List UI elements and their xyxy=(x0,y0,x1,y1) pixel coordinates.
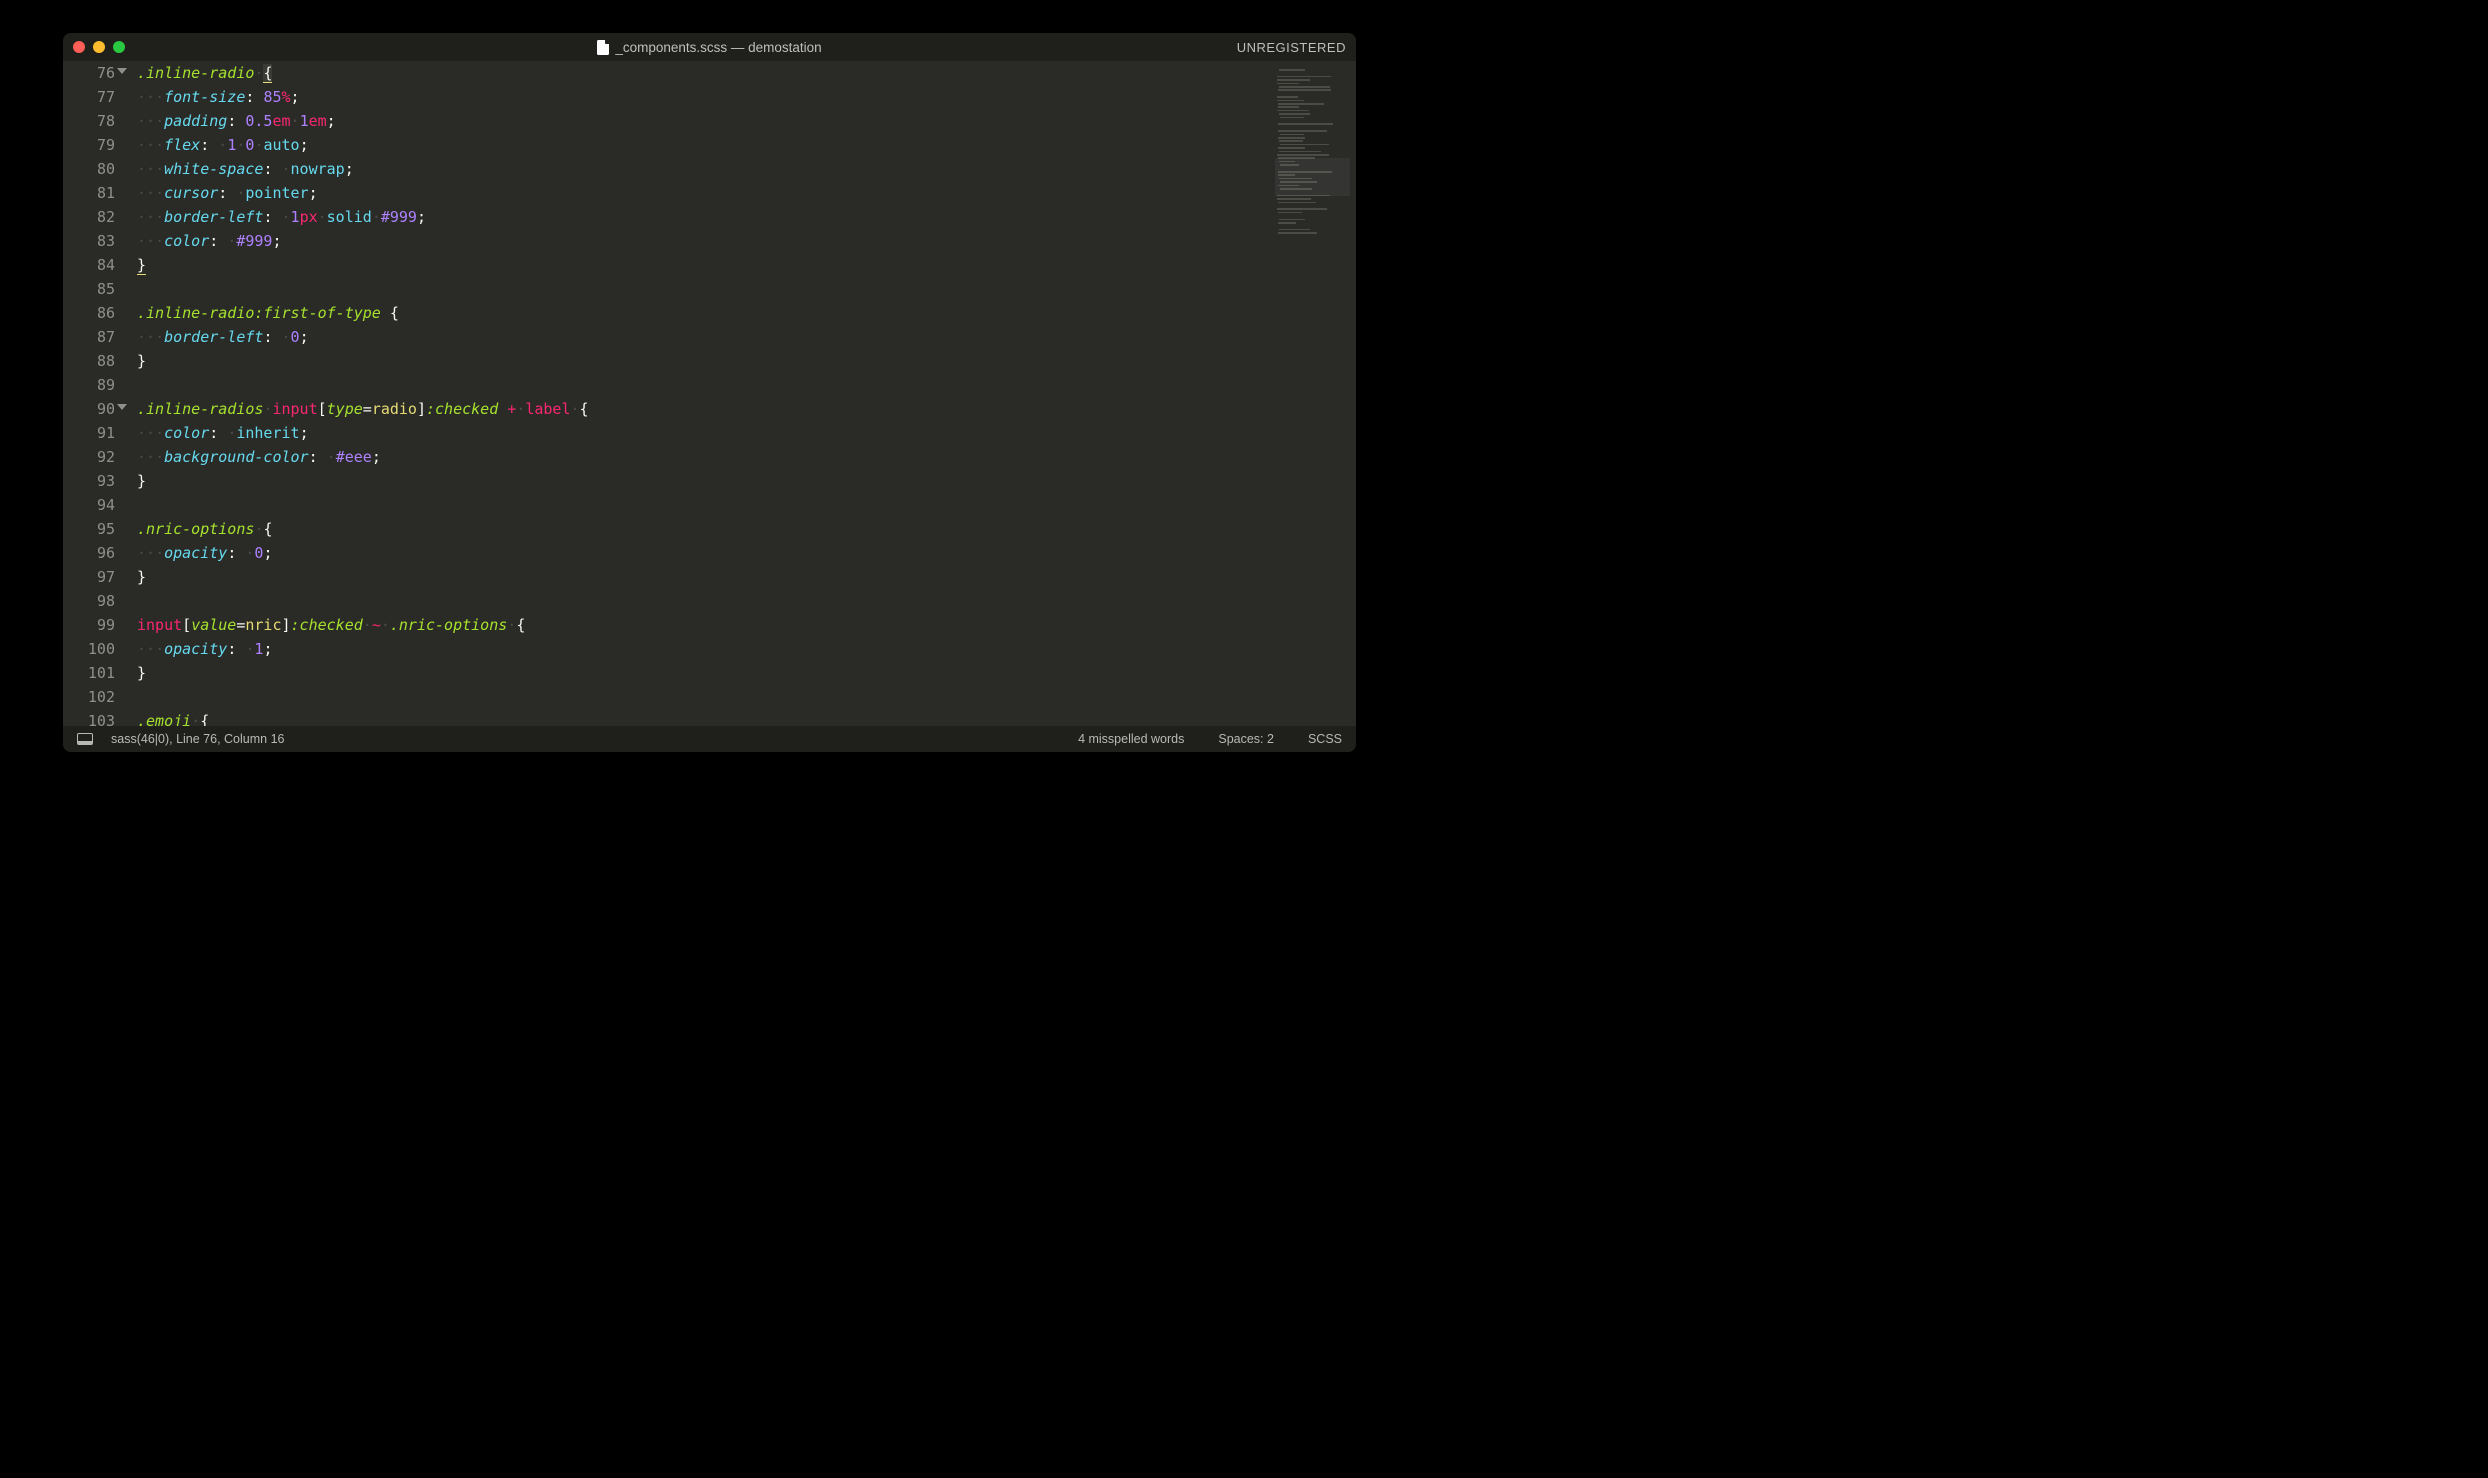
gutter[interactable]: 7677787980818283848586878889909192939495… xyxy=(63,61,123,726)
gutter-line[interactable]: 98 xyxy=(63,589,115,613)
panel-icon[interactable] xyxy=(77,733,93,745)
gutter-line[interactable]: 81 xyxy=(63,181,115,205)
code-line[interactable]: input[value=nric]:checked·~·.nric-option… xyxy=(137,613,1356,637)
editor-window: _components.scss — demostation UNREGISTE… xyxy=(63,33,1356,752)
code-line[interactable]: ···flex: ·1·0·auto; xyxy=(137,133,1356,157)
traffic-lights xyxy=(73,41,125,53)
code-line[interactable]: ···color: ·inherit; xyxy=(137,421,1356,445)
code-line[interactable] xyxy=(137,493,1356,517)
minimize-icon[interactable] xyxy=(93,41,105,53)
minimap[interactable] xyxy=(1275,66,1350,721)
gutter-line[interactable]: 103 xyxy=(63,709,115,726)
file-icon xyxy=(597,40,609,55)
gutter-line[interactable]: 83 xyxy=(63,229,115,253)
code-line[interactable]: .inline-radios·input[type=radio]:checked… xyxy=(137,397,1356,421)
statusbar[interactable]: sass(46|0), Line 76, Column 16 4 misspel… xyxy=(63,726,1356,752)
gutter-line[interactable]: 92 xyxy=(63,445,115,469)
gutter-line[interactable]: 86 xyxy=(63,301,115,325)
code-line[interactable]: } xyxy=(137,349,1356,373)
gutter-line[interactable]: 101 xyxy=(63,661,115,685)
status-position[interactable]: sass(46|0), Line 76, Column 16 xyxy=(111,732,284,746)
gutter-line[interactable]: 79 xyxy=(63,133,115,157)
code-line[interactable]: ···padding: 0.5em·1em; xyxy=(137,109,1356,133)
gutter-line[interactable]: 102 xyxy=(63,685,115,709)
gutter-line[interactable]: 94 xyxy=(63,493,115,517)
gutter-line[interactable]: 89 xyxy=(63,373,115,397)
gutter-line[interactable]: 90 xyxy=(63,397,115,421)
gutter-line[interactable]: 96 xyxy=(63,541,115,565)
gutter-line[interactable]: 87 xyxy=(63,325,115,349)
code-line[interactable]: ···white-space: ·nowrap; xyxy=(137,157,1356,181)
code-line[interactable]: ···border-left: ·1px·solid·#999; xyxy=(137,205,1356,229)
code-line[interactable] xyxy=(137,277,1356,301)
gutter-line[interactable]: 95 xyxy=(63,517,115,541)
gutter-line[interactable]: 93 xyxy=(63,469,115,493)
code-line[interactable]: ···color: ·#999; xyxy=(137,229,1356,253)
code-line[interactable]: .inline-radio:first-of-type { xyxy=(137,301,1356,325)
code-line[interactable]: .inline-radio·{ xyxy=(137,61,1356,85)
fold-icon[interactable] xyxy=(117,68,127,74)
gutter-line[interactable]: 78 xyxy=(63,109,115,133)
title-text: _components.scss — demostation xyxy=(615,40,821,55)
code-line[interactable]: } xyxy=(137,253,1356,277)
status-syntax[interactable]: SCSS xyxy=(1308,732,1342,746)
code-line[interactable]: } xyxy=(137,661,1356,685)
titlebar[interactable]: _components.scss — demostation UNREGISTE… xyxy=(63,33,1356,61)
minimap-viewport[interactable] xyxy=(1275,158,1350,196)
code-line[interactable]: ···font-size: 85%; xyxy=(137,85,1356,109)
gutter-line[interactable]: 84 xyxy=(63,253,115,277)
code-line[interactable]: ···cursor: ·pointer; xyxy=(137,181,1356,205)
code-line[interactable] xyxy=(137,685,1356,709)
gutter-line[interactable]: 97 xyxy=(63,565,115,589)
code-line[interactable]: .emoji·{ xyxy=(137,709,1356,726)
code-line[interactable]: } xyxy=(137,565,1356,589)
code-line[interactable]: ···border-left: ·0; xyxy=(137,325,1356,349)
status-spaces[interactable]: Spaces: 2 xyxy=(1218,732,1274,746)
status-spell[interactable]: 4 misspelled words xyxy=(1078,732,1184,746)
code-line[interactable]: ···background-color: ·#eee; xyxy=(137,445,1356,469)
gutter-line[interactable]: 88 xyxy=(63,349,115,373)
gutter-line[interactable]: 99 xyxy=(63,613,115,637)
gutter-line[interactable]: 85 xyxy=(63,277,115,301)
window-title: _components.scss — demostation xyxy=(63,40,1356,55)
registration-label: UNREGISTERED xyxy=(1237,40,1346,55)
code-view[interactable]: .inline-radio·{···font-size: 85%;···padd… xyxy=(123,61,1356,726)
code-line[interactable] xyxy=(137,589,1356,613)
gutter-line[interactable]: 91 xyxy=(63,421,115,445)
gutter-line[interactable]: 100 xyxy=(63,637,115,661)
close-icon[interactable] xyxy=(73,41,85,53)
code-line[interactable] xyxy=(137,373,1356,397)
code-line[interactable]: } xyxy=(137,469,1356,493)
gutter-line[interactable]: 80 xyxy=(63,157,115,181)
fold-icon[interactable] xyxy=(117,404,127,410)
gutter-line[interactable]: 76 xyxy=(63,61,115,85)
editor-area[interactable]: 7677787980818283848586878889909192939495… xyxy=(63,61,1356,726)
code-line[interactable]: ···opacity: ·0; xyxy=(137,541,1356,565)
maximize-icon[interactable] xyxy=(113,41,125,53)
gutter-line[interactable]: 82 xyxy=(63,205,115,229)
code-line[interactable]: ···opacity: ·1; xyxy=(137,637,1356,661)
code-line[interactable]: .nric-options·{ xyxy=(137,517,1356,541)
gutter-line[interactable]: 77 xyxy=(63,85,115,109)
